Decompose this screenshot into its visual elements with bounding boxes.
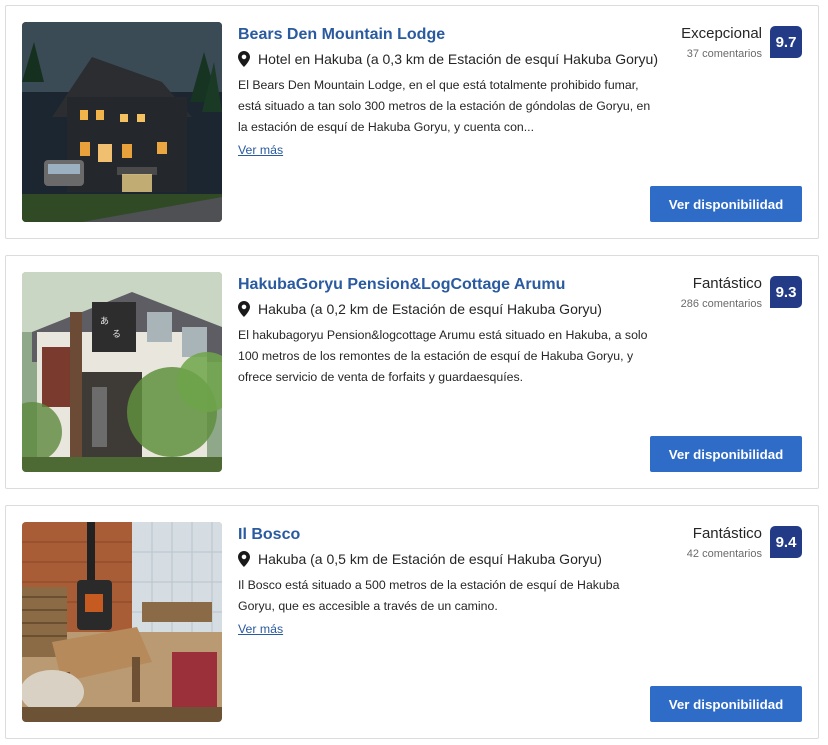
hotel-photo[interactable] (22, 22, 222, 222)
review-word: Fantástico (692, 275, 762, 292)
review-word: Excepcional (681, 25, 762, 42)
score-badge: 9.4 (770, 526, 802, 558)
hotel-photo[interactable]: あ る (22, 272, 222, 472)
score-badge: 9.3 (770, 276, 802, 308)
check-availability-button[interactable]: Ver disponibilidad (650, 186, 802, 222)
hotel-location: Hotel en Hakuba (a 0,3 km de Estación de… (238, 48, 658, 70)
read-more-link[interactable]: Ver más (238, 619, 283, 639)
location-text: Hotel en Hakuba (a 0,3 km de Estación de… (258, 51, 658, 67)
review-count: 37 comentarios (686, 48, 762, 60)
interior-stove-photo-icon (22, 522, 222, 722)
hotel-card: Bears Den Mountain Lodge Hotel en Hakuba… (5, 5, 819, 239)
review-summary: Fantástico 42 comentarios 9.4 (687, 524, 802, 562)
hotel-name-link[interactable]: HakubaGoryu Pension&LogCottage Arumu (238, 274, 658, 296)
hotel-location: Hakuba (a 0,5 km de Estación de esquí Ha… (238, 548, 658, 570)
svg-text:あ: あ (100, 316, 109, 327)
check-availability-button[interactable]: Ver disponibilidad (650, 436, 802, 472)
hotel-photo[interactable] (22, 522, 222, 722)
location-text: Hakuba (a 0,2 km de Estación de esquí Ha… (258, 301, 602, 317)
pension-exterior-photo-icon: あ る (22, 272, 222, 472)
hotel-card: Il Bosco Hakuba (a 0,5 km de Estación de… (5, 505, 819, 739)
hotel-name-link[interactable]: Il Bosco (238, 524, 658, 546)
check-availability-button[interactable]: Ver disponibilidad (650, 686, 802, 722)
map-pin-icon (238, 51, 250, 67)
score-badge: 9.7 (770, 26, 802, 58)
svg-text:る: る (112, 329, 121, 340)
lodge-night-photo-icon (22, 22, 222, 222)
review-count: 286 comentarios (680, 298, 762, 310)
hotel-card: あ る HakubaGoryu Pension&LogCottage Arumu… (5, 255, 819, 489)
review-summary: Fantástico 286 comentarios 9.3 (681, 274, 802, 312)
hotel-location: Hakuba (a 0,2 km de Estación de esquí Ha… (238, 298, 658, 320)
map-pin-icon (238, 551, 250, 567)
hotel-description: El Bears Den Mountain Lodge, en el que e… (238, 78, 651, 134)
review-count: 42 comentarios (686, 548, 762, 560)
review-word: Fantástico (692, 525, 762, 542)
review-summary: Excepcional 37 comentarios 9.7 (681, 24, 802, 62)
hotel-name-link[interactable]: Bears Den Mountain Lodge (238, 24, 658, 46)
map-pin-icon (238, 301, 250, 317)
hotel-description: El hakubagoryu Pension&logcottage Arumu … (238, 328, 648, 384)
read-more-link[interactable]: Ver más (238, 140, 283, 160)
hotel-description: Il Bosco está situado a 500 metros de la… (238, 578, 620, 613)
location-text: Hakuba (a 0,5 km de Estación de esquí Ha… (258, 551, 602, 567)
